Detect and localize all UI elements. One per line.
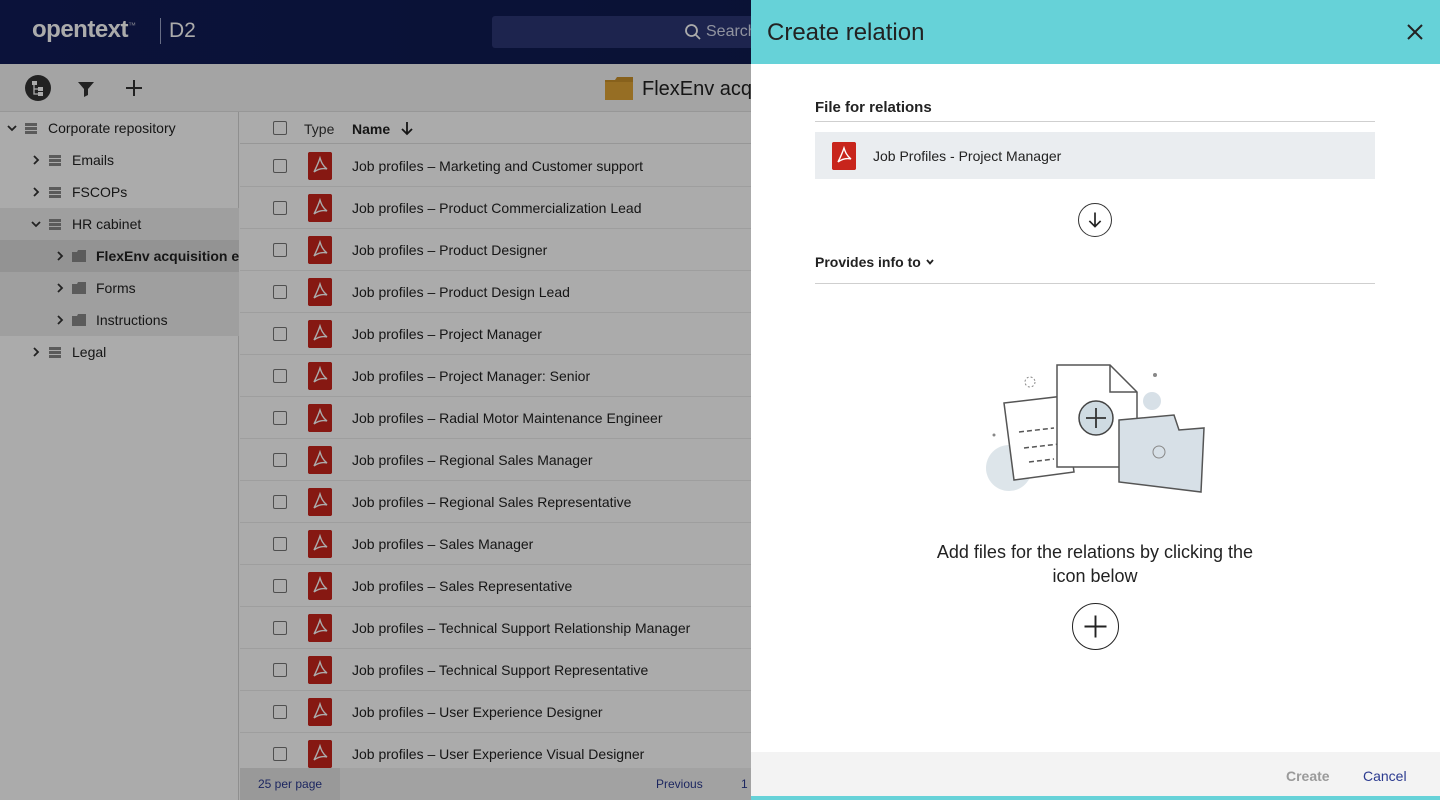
panel-header: Create relation <box>751 0 1440 64</box>
modal-backdrop[interactable] <box>0 0 751 800</box>
panel-title: Create relation <box>767 19 925 46</box>
pdf-icon <box>832 142 856 170</box>
create-relation-panel: Create relation File for relations Job P… <box>751 0 1440 800</box>
add-files-illustration <box>986 364 1205 493</box>
selected-file-card: Job Profiles - Project Manager <box>815 132 1375 179</box>
relation-type-dropdown[interactable]: Provides info to <box>815 254 934 270</box>
section-divider <box>815 283 1375 284</box>
chevron-down-icon <box>926 259 934 265</box>
cancel-button[interactable]: Cancel <box>1363 768 1407 784</box>
add-file-button[interactable] <box>1072 603 1119 650</box>
empty-state-message: Add files for the relations by clicking … <box>936 542 1254 586</box>
section-divider <box>815 121 1375 122</box>
panel-footer: Create Cancel <box>751 752 1440 796</box>
create-button[interactable]: Create <box>1286 768 1330 784</box>
file-section-title: File for relations <box>815 99 932 116</box>
panel-accent-bar <box>751 796 1440 800</box>
relation-type-label: Provides info to <box>815 254 921 270</box>
file-name: Job Profiles - Project Manager <box>873 148 1062 164</box>
arrow-down-icon[interactable] <box>1078 203 1112 237</box>
close-icon[interactable] <box>1403 20 1427 44</box>
